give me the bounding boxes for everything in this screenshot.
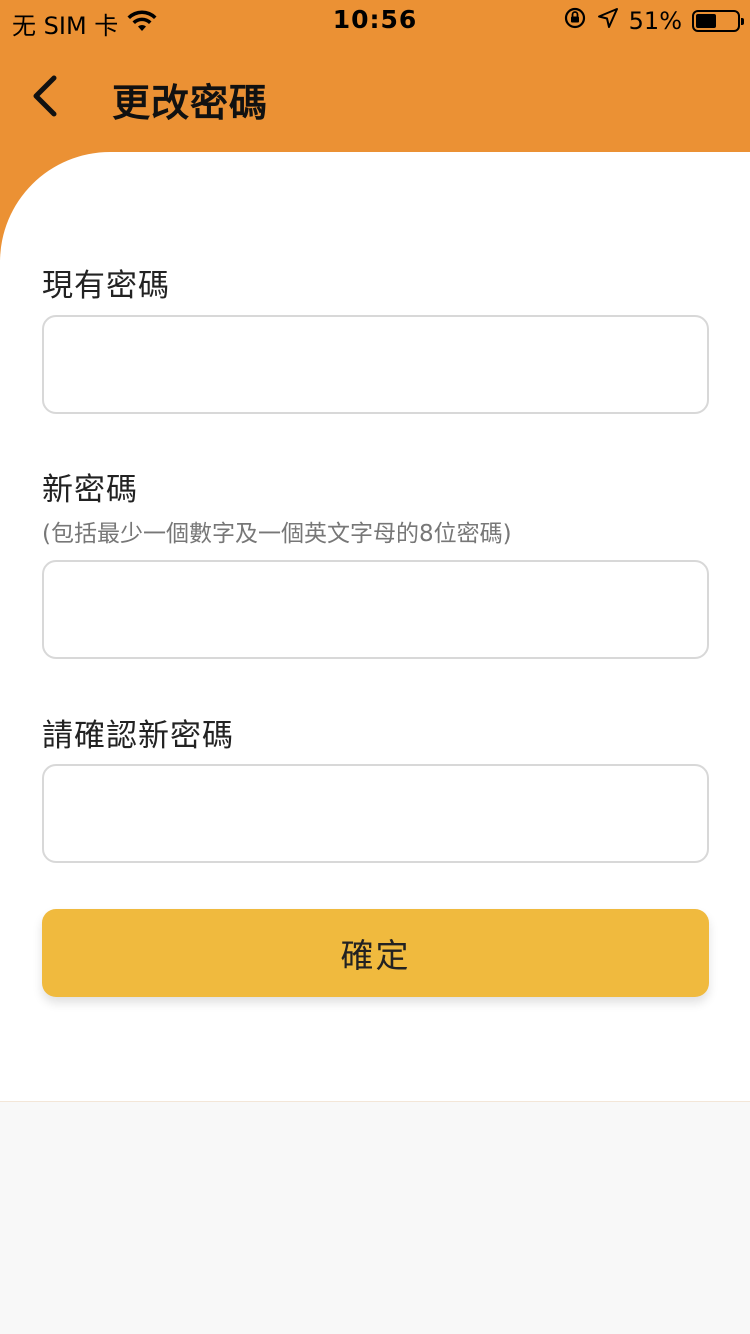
chevron-left-icon: [30, 74, 60, 122]
current-password-input[interactable]: [42, 315, 709, 414]
confirm-password-label: 請確認新密碼: [42, 718, 234, 754]
status-bar: 无 SIM 卡 10:56 51%: [0, 0, 750, 40]
current-password-label: 現有密碼: [42, 268, 170, 304]
location-arrow-icon: [597, 7, 619, 35]
nav-bar: 更改密碼: [0, 58, 750, 138]
new-password-label: 新密碼: [42, 472, 138, 508]
status-right: 51%: [563, 6, 744, 36]
battery-icon: [692, 10, 744, 32]
new-password-input[interactable]: [42, 560, 709, 659]
divider: [0, 1101, 750, 1102]
back-button[interactable]: [20, 70, 70, 126]
orientation-lock-icon: [563, 6, 587, 36]
new-password-hint: (包括最少一個數字及一個英文字母的8位密碼): [42, 521, 512, 547]
confirm-password-input[interactable]: [42, 764, 709, 863]
confirm-button[interactable]: 確定: [42, 909, 709, 997]
form-card: 現有密碼 新密碼 (包括最少一個數字及一個英文字母的8位密碼) 請確認新密碼 確…: [0, 152, 750, 1102]
battery-level: [696, 14, 716, 28]
page-title: 更改密碼: [112, 81, 269, 125]
battery-percent: 51%: [628, 7, 682, 35]
